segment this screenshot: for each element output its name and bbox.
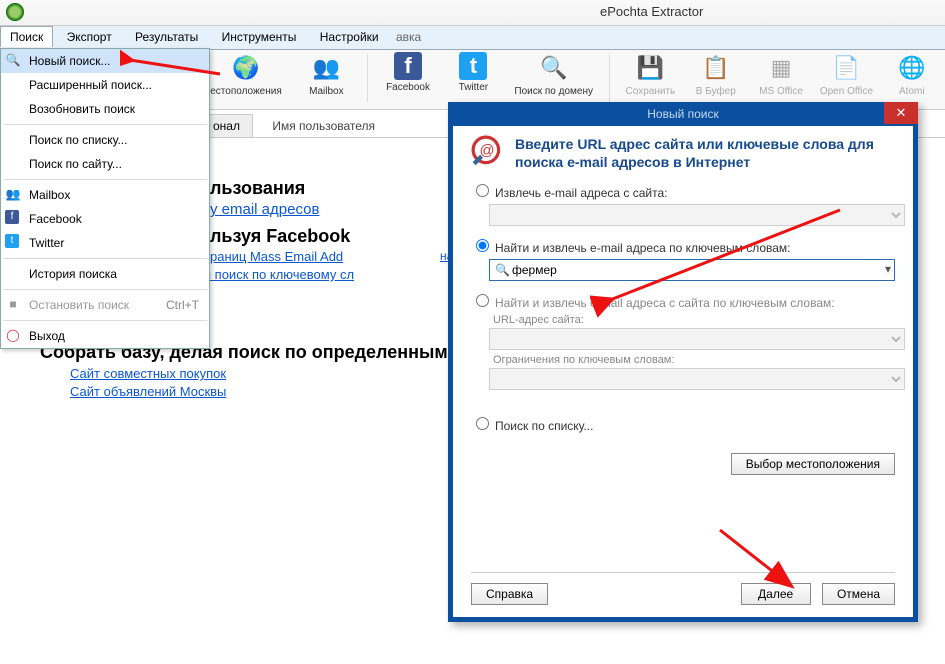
radio-keywords[interactable] [476, 239, 489, 252]
label-restrict: Ограничения по ключевым словам: [493, 354, 895, 366]
toolbar-location[interactable]: 🌍естоположения [200, 50, 292, 97]
radio-site-keywords[interactable] [476, 294, 489, 307]
opt-keywords[interactable]: Найти и извлечь e-mail адреса по ключевы… [471, 236, 895, 255]
openoffice-icon: 📄 [830, 52, 862, 84]
search-icon: 🔍 [5, 52, 21, 68]
menu-new-search[interactable]: 🔍Новый поиск... [1, 49, 209, 73]
menu-search-by-list[interactable]: Поиск по списку... [1, 128, 209, 152]
menu-tools[interactable]: Инструменты [212, 26, 307, 48]
buffer-icon: 📋 [700, 52, 732, 84]
toolbar-msoffice[interactable]: ▦MS Office [750, 50, 812, 97]
radio-site[interactable] [476, 184, 489, 197]
twitter-icon: t [5, 234, 19, 248]
stop-icon: ■ [5, 296, 21, 312]
next-button[interactable]: Далее [741, 583, 811, 605]
toolbar-save[interactable]: 💾Сохранить [619, 50, 681, 97]
menu-advanced-search[interactable]: Расширенный поиск... [1, 73, 209, 97]
app-title: ePochta Extractor [600, 4, 703, 19]
keywords-field[interactable] [489, 259, 895, 281]
link-mass-email[interactable]: раниц Mass Email Add [210, 249, 343, 264]
menu-search[interactable]: Поиск [0, 26, 53, 47]
domain-icon: 🔍 [538, 52, 570, 84]
menu-resume-search[interactable]: Возобновить поиск [1, 97, 209, 121]
exit-icon: ◯ [5, 327, 21, 343]
toolbar-mailbox[interactable]: 👥Mailbox [295, 50, 357, 97]
twitter-icon: t [459, 52, 487, 80]
help-button[interactable]: Справка [471, 583, 548, 605]
opt-by-list[interactable]: Поиск по списку... [471, 414, 895, 433]
opt-site-keywords[interactable]: Найти и извлечь e-mail адреса с сайта по… [471, 291, 895, 310]
toolbar-buffer[interactable]: 📋В Буфер [685, 50, 747, 97]
menu-twitter[interactable]: tTwitter [1, 231, 209, 255]
toolbar-twitter[interactable]: tTwitter [442, 50, 504, 93]
location-button[interactable]: Выбор местоположения [731, 453, 895, 475]
toolbar-openoffice[interactable]: 📄Open Office [815, 50, 877, 97]
chevron-down-icon[interactable]: ▾ [885, 262, 891, 276]
facebook-icon: f [394, 52, 422, 80]
menu-search-by-site[interactable]: Поиск по сайту... [1, 152, 209, 176]
restrict-field[interactable] [489, 368, 905, 390]
search-dropdown: 🔍Новый поиск... Расширенный поиск... Воз… [0, 48, 210, 349]
close-icon: ✕ [896, 105, 907, 120]
menu-export[interactable]: Экспорт [57, 26, 122, 48]
menu-bar: Поиск Экспорт Результаты Инструменты Нас… [0, 26, 945, 50]
link-email-addresses[interactable]: у email адресов [210, 201, 319, 218]
search-small-icon: 🔍 [495, 263, 510, 277]
menu-results[interactable]: Результаты [125, 26, 208, 48]
col-username: Имя пользователя [260, 115, 387, 137]
toolbar-atomic[interactable]: 🌐Atomi [881, 50, 943, 97]
menu-facebook[interactable]: fFacebook [1, 207, 209, 231]
cancel-button[interactable]: Отмена [822, 583, 895, 605]
app-logo [6, 3, 24, 21]
shortcut-label: Ctrl+T [166, 293, 199, 317]
mailbox-icon: 👥 [310, 52, 342, 84]
dialog-icon: @ [471, 135, 505, 169]
dialog-header-text: Введите URL адрес сайта или ключевые сло… [515, 135, 895, 171]
mailbox-icon: 👥 [5, 186, 21, 202]
dialog-title: Новый поиск [448, 102, 918, 126]
globe-icon: 🌍 [230, 52, 262, 84]
toolbar-domain[interactable]: 🔍Поиск по домену [508, 50, 600, 97]
facebook-icon: f [5, 210, 19, 224]
toolbar-facebook[interactable]: fFacebook [377, 50, 439, 93]
label-url: URL-адрес сайта: [493, 314, 895, 326]
site-url-field-2[interactable] [489, 328, 905, 350]
atomic-icon: 🌐 [896, 52, 928, 84]
msoffice-icon: ▦ [765, 52, 797, 84]
save-icon: 💾 [634, 52, 666, 84]
menu-exit[interactable]: ◯Выход [1, 324, 209, 348]
new-search-dialog: Новый поиск ✕ @ Введите URL адрес сайта … [448, 102, 918, 622]
menu-settings[interactable]: Настройки [310, 26, 389, 48]
ribbon-fragment: авка [392, 26, 425, 48]
menu-history[interactable]: История поиска [1, 262, 209, 286]
opt-extract-from-site[interactable]: Извлечь e-mail адреса с сайта: [471, 181, 895, 200]
menu-mailbox[interactable]: 👥Mailbox [1, 183, 209, 207]
menu-stop-search[interactable]: ■Остановить поискCtrl+T [1, 293, 209, 317]
radio-list[interactable] [476, 417, 489, 430]
close-button[interactable]: ✕ [884, 102, 918, 124]
site-url-field[interactable] [489, 204, 905, 226]
